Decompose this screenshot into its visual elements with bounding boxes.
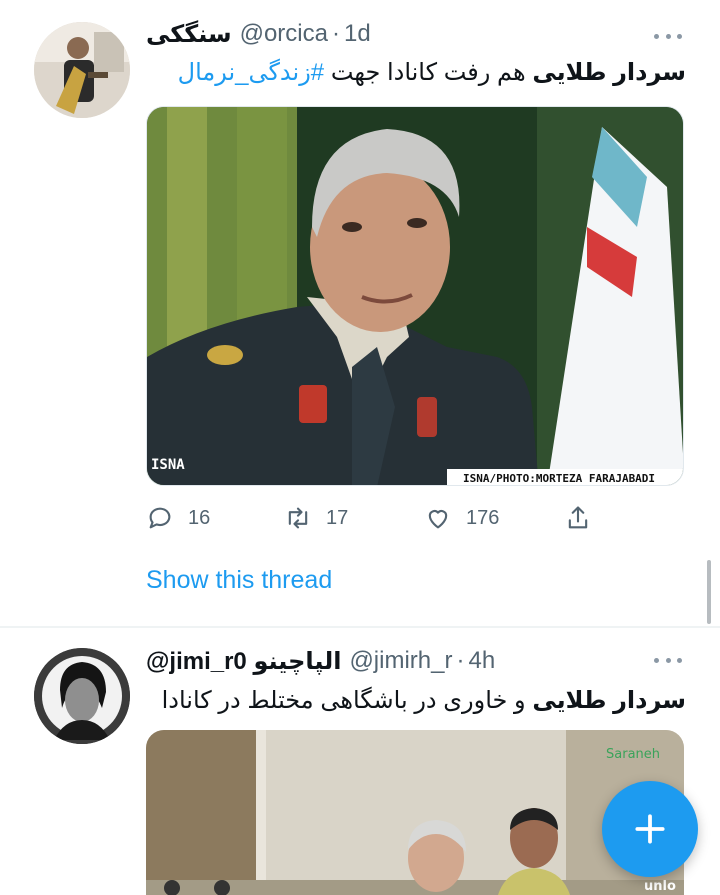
tweet-text-bold: سردار طلایی [532, 687, 686, 714]
display-name[interactable]: سنگکی [146, 20, 232, 49]
tweet-text-bold: سردار طلایی [532, 59, 686, 86]
separator: · [331, 20, 340, 47]
reply-count: 16 [188, 506, 211, 529]
tweet-1[interactable]: سنگکی @orcica · 1d سردار طلایی هم رفت کا… [0, 0, 720, 627]
retweet-icon [288, 507, 308, 529]
timestamp[interactable]: 1d [344, 20, 371, 48]
tweet-actions: 16 17 176 [146, 500, 606, 536]
retweet-button[interactable]: 17 [284, 500, 348, 536]
tweet-text: سردار طلایی هم رفت کانادا جهت #زندگی_نرم… [178, 58, 686, 87]
tweet-text-plain: هم رفت کانادا جهت [324, 59, 533, 86]
heart-icon [428, 510, 448, 529]
more-dots-icon[interactable] [654, 658, 682, 666]
tweet-image[interactable]: ISNA ISNA/PHOTO:MORTEZA FARAJABADI [146, 106, 684, 486]
watermark-bottom-right: unlo [644, 879, 676, 894]
tweet-header: سنگکی @orcica · 1d [146, 17, 682, 51]
tweet-header: @jimi_r0 الپاچینو @jimirh_r · 4h [146, 644, 682, 678]
watermark-top-right: Saraneh [606, 747, 660, 762]
watermark-left: ISNA [151, 457, 185, 473]
show-thread-link[interactable]: Show this thread [146, 566, 332, 595]
avatar[interactable] [34, 22, 130, 118]
user-handle[interactable]: @orcica [240, 20, 328, 48]
timestamp[interactable]: 4h [468, 647, 495, 675]
user-handle[interactable]: @jimirh_r [349, 647, 452, 675]
separator: · [456, 647, 465, 674]
share-icon [568, 506, 588, 529]
like-count: 176 [466, 506, 500, 529]
compose-button[interactable] [602, 781, 698, 877]
watermark-right: ISNA/PHOTO:MORTEZA FARAJABADI [463, 472, 655, 485]
plus-icon [635, 814, 665, 844]
more-dots-icon[interactable] [654, 34, 682, 42]
reply-icon [149, 507, 171, 529]
tweet-text-plain: و خاوری در باشگاهی مختلط در کانادا [161, 687, 533, 714]
tweet-text: سردار طلایی و خاوری در باشگاهی مختلط در … [162, 686, 686, 715]
avatar[interactable] [34, 648, 130, 744]
hashtag-link[interactable]: #زندگی_نرمال [178, 59, 325, 86]
like-button[interactable]: 176 [424, 500, 499, 536]
reply-button[interactable]: 16 [146, 500, 210, 536]
share-button[interactable] [564, 500, 606, 536]
tweet-image[interactable]: Saraneh unlo [146, 730, 684, 895]
retweet-count: 17 [326, 506, 349, 529]
display-name[interactable]: @jimi_r0 الپاچینو [146, 647, 341, 676]
scrollbar[interactable] [707, 560, 711, 624]
